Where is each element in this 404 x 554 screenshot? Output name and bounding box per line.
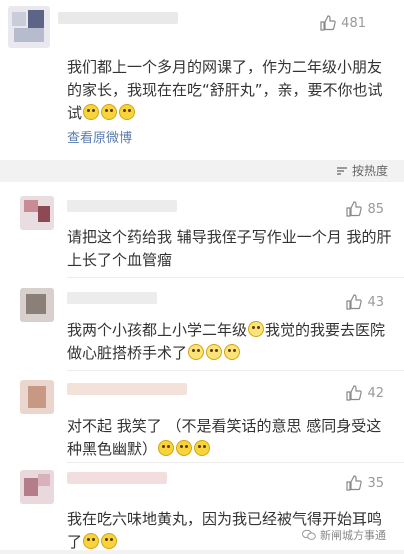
laugh-emoji-icon [101,104,118,120]
like-count: 481 [341,15,366,31]
sort-bar: 按热度 [0,160,404,182]
laugh-emoji-icon [194,440,211,456]
divider [67,277,404,278]
thumb-up-icon [346,201,363,217]
username-blurred[interactable] [67,292,157,304]
like-button[interactable]: 43 [346,294,384,310]
thumb-up-icon [346,294,363,310]
sort-by-hot-button[interactable]: 按热度 [336,162,388,179]
divider [67,370,404,371]
username-blurred[interactable] [67,200,177,212]
comment-text: 我们都上一个多月的网课了，作为二年级小朋友的家长，我现在在吃“舒肝丸”，亲，要不… [67,58,383,122]
laugh-emoji-icon [176,440,193,456]
like-count: 85 [367,201,384,217]
laugh-emoji-icon [158,440,175,456]
like-count: 35 [367,475,384,491]
like-count: 42 [367,385,384,401]
like-button[interactable]: 42 [346,385,384,401]
sweat-emoji-icon [224,344,241,360]
comment-list: 85 请把这个药给我 辅导我侄子写作业一个月 我的肝上长了个血管瘤 43 我两个… [0,182,404,551]
laugh-emoji-icon [119,104,136,120]
top-comment-card: 481 我们都上一个多月的网课了，作为二年级小朋友的家长，我现在在吃“舒肝丸”，… [0,0,404,160]
like-button[interactable]: 35 [346,475,384,491]
thumb-up-icon [346,475,363,491]
sort-label: 按热度 [351,164,388,178]
username-blurred[interactable] [67,472,167,484]
avatar[interactable] [20,288,54,322]
laugh-emoji-icon [83,533,100,549]
username-blurred[interactable] [58,12,178,24]
username-blurred[interactable] [67,383,187,395]
sweat-emoji-icon [248,321,265,337]
comment-text: 我两个小孩都上小学二年级 我觉的我要去医院做心脏搭桥手术了 [67,321,386,362]
laugh-emoji-icon [101,533,118,549]
divider [67,462,404,463]
view-original-link[interactable]: 查看原微博 [67,127,132,146]
avatar[interactable] [20,380,54,414]
sort-icon [336,166,347,175]
thumb-up-icon [346,385,363,401]
wechat-icon [302,529,316,540]
avatar[interactable] [20,470,54,504]
avatar[interactable] [20,196,54,230]
like-button[interactable]: 481 [320,15,366,31]
laugh-emoji-icon [83,104,100,120]
watermark-text: 新闸城方事通 [320,529,386,542]
comment-text: 请把这个药给我 辅导我侄子写作业一个月 我的肝上长了个血管瘤 [67,228,392,269]
sweat-emoji-icon [206,344,223,360]
sweat-emoji-icon [188,344,205,360]
comment-text: 对不起 我笑了 （不是看笑话的意思 感同身受这种黑色幽默） [67,417,382,458]
thumb-up-icon [320,15,336,31]
like-button[interactable]: 85 [346,201,384,217]
avatar[interactable] [8,6,50,48]
watermark: 新闸城方事通 [302,527,386,543]
like-count: 43 [367,294,384,310]
